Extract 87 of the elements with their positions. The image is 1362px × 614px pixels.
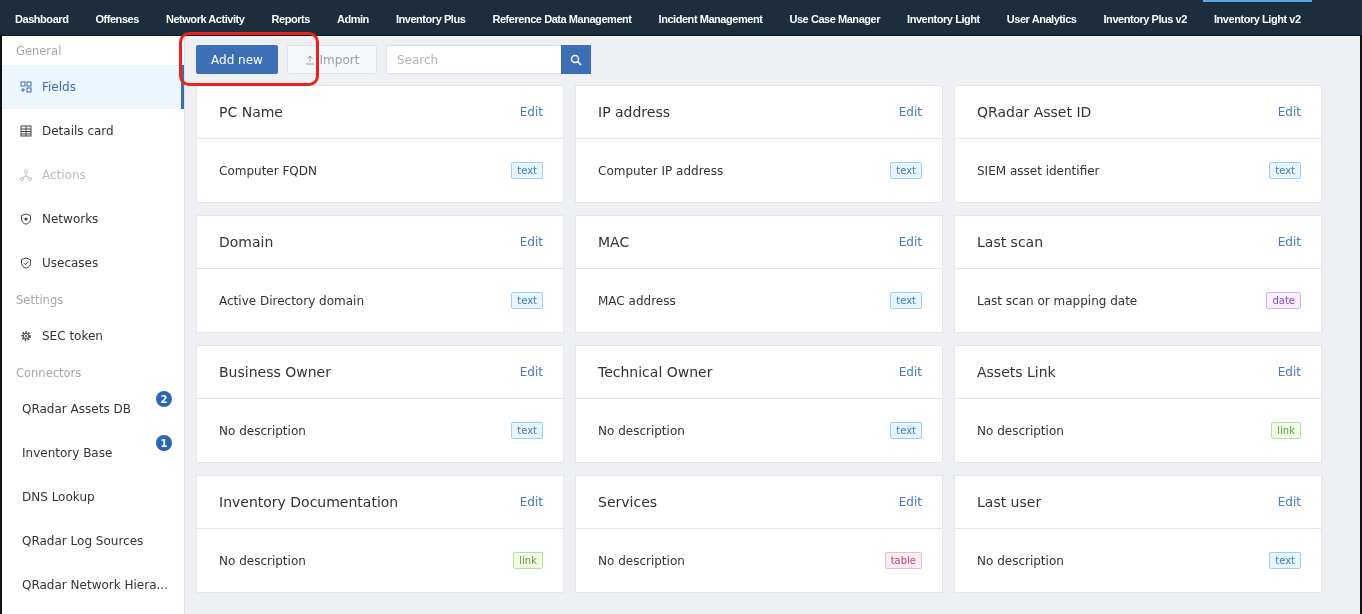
- field-name: MAC: [598, 234, 630, 250]
- field-description: No description: [977, 553, 1064, 568]
- type-tag: text: [511, 292, 543, 309]
- section-heading: General: [15, 43, 63, 60]
- type-tag: date: [1266, 292, 1301, 309]
- nav-tab[interactable]: Offenses: [84, 0, 150, 35]
- type-tag: text: [890, 422, 922, 439]
- field-name: Business Owner: [219, 364, 331, 380]
- field-name: IP address: [598, 104, 671, 120]
- type-tag: link: [513, 552, 543, 569]
- edit-link[interactable]: Edit: [1277, 365, 1301, 379]
- field-name: Inventory Documentation: [219, 494, 399, 510]
- type-tag: table: [884, 552, 922, 569]
- field-description: No description: [219, 553, 306, 568]
- shield-icon: [20, 213, 32, 225]
- count-badge: 1: [156, 435, 172, 451]
- nav-tab[interactable]: Admin: [325, 0, 380, 35]
- type-tag: link: [1271, 422, 1301, 439]
- edit-link[interactable]: Edit: [898, 495, 922, 509]
- field-description: No description: [219, 423, 306, 438]
- section-heading: Connectors: [15, 365, 83, 382]
- field-name: Last scan: [977, 234, 1044, 250]
- field-name: Services: [598, 494, 658, 510]
- upload-icon: [304, 54, 315, 65]
- field-description: Computer FQDN: [219, 163, 318, 178]
- edit-link[interactable]: Edit: [519, 495, 543, 509]
- nav-tab[interactable]: Network Activity: [154, 0, 256, 35]
- field-description: No description: [598, 423, 685, 438]
- field-name: QRadar Asset ID: [977, 104, 1092, 120]
- field-name: PC Name: [219, 104, 283, 120]
- field-name: Domain: [219, 234, 274, 250]
- edit-link[interactable]: Edit: [519, 365, 543, 379]
- field-name: Last user: [977, 494, 1042, 510]
- search-icon: [570, 53, 582, 66]
- nav-tab[interactable]: Inventory Light: [896, 0, 991, 35]
- nodes-icon: [20, 169, 32, 181]
- sidebar-item[interactable]: Inventory Base 1: [2, 431, 184, 475]
- field-description: No description: [977, 423, 1064, 438]
- search-field[interactable]: Search: [386, 45, 561, 74]
- sidebar-item[interactable]: Usecases: [2, 241, 184, 285]
- nav-tab[interactable]: Inventory Plus v2: [1092, 0, 1198, 35]
- nav-tab[interactable]: User Analytics: [995, 0, 1088, 35]
- nav-tab[interactable]: Dashboard: [4, 0, 80, 35]
- search-button[interactable]: [561, 45, 591, 74]
- field-description: No description: [598, 553, 685, 568]
- edit-link[interactable]: Edit: [519, 235, 543, 249]
- type-tag: text: [511, 162, 543, 179]
- field-name: Assets Link: [977, 364, 1056, 380]
- sidebar-item[interactable]: QRadar Assets DB 2: [2, 387, 184, 431]
- nav-tab[interactable]: Use Case Manager: [778, 0, 892, 35]
- edit-link[interactable]: Edit: [898, 105, 922, 119]
- sidebar-item[interactable]: Networks: [2, 197, 184, 241]
- sidebar-item[interactable]: Fields: [2, 65, 184, 109]
- nav-tab[interactable]: Reference Data Management: [481, 0, 643, 35]
- type-tag: text: [1269, 162, 1301, 179]
- type-tag: text: [511, 422, 543, 439]
- type-tag: text: [890, 162, 922, 179]
- field-description: SIEM asset identifier: [977, 163, 1100, 178]
- edit-link[interactable]: Edit: [1277, 235, 1301, 249]
- sidebar-item[interactable]: DNS Lookup: [2, 475, 184, 519]
- nav-tab[interactable]: Incident Management: [647, 0, 774, 35]
- field-description: Active Directory domain: [219, 293, 364, 308]
- count-badge: 2: [156, 391, 172, 407]
- field-description: MAC address: [598, 293, 676, 308]
- sidebar-item[interactable]: QRadar Network Hiera...: [2, 563, 184, 607]
- edit-link[interactable]: Edit: [519, 105, 543, 119]
- add-new-button[interactable]: Add new: [196, 45, 278, 74]
- edit-link[interactable]: Edit: [898, 235, 922, 249]
- sidebar-item[interactable]: SEC token: [2, 314, 184, 358]
- shield-check-icon: [20, 257, 32, 269]
- edit-link[interactable]: Edit: [898, 365, 922, 379]
- type-tag: text: [890, 292, 922, 309]
- sidebar-item[interactable]: Details card: [2, 109, 184, 153]
- field-name: Technical Owner: [598, 364, 713, 380]
- edit-link[interactable]: Edit: [1277, 105, 1301, 119]
- type-tag: text: [1269, 552, 1301, 569]
- nav-tab[interactable]: Reports: [260, 0, 321, 35]
- field-description: Last scan or mapping date: [977, 293, 1138, 308]
- section-heading: Settings: [15, 292, 65, 309]
- field-description: Computer IP address: [598, 163, 724, 178]
- nav-tab[interactable]: Inventory Plus: [384, 0, 477, 35]
- gear-icon: [20, 330, 32, 342]
- sidebar-item[interactable]: QRadar Log Sources: [2, 519, 184, 563]
- table-icon: [20, 125, 32, 137]
- edit-link[interactable]: Edit: [1277, 495, 1301, 509]
- grid-icon: [20, 81, 32, 93]
- nav-tab[interactable]: Inventory Light v2: [1202, 0, 1312, 35]
